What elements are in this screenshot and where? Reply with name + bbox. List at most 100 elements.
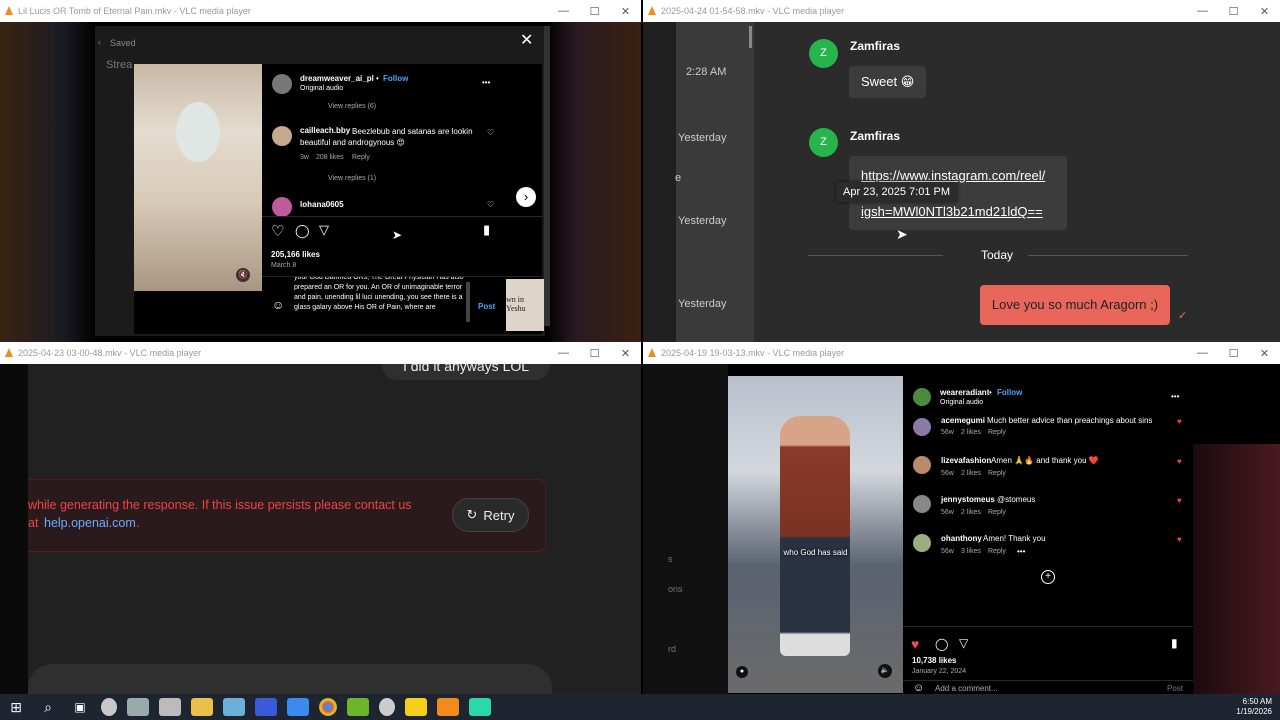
comment-icon[interactable]: ◯ <box>935 637 948 651</box>
vlc-window-4[interactable]: 2025-04-19 19-03-13.mkv - VLC media play… <box>643 342 1280 694</box>
comment-username[interactable]: ohanthony <box>941 534 982 543</box>
commenter-avatar[interactable] <box>272 126 292 146</box>
sticky-notes-icon[interactable] <box>405 698 427 716</box>
like-icon[interactable]: ♥ <box>911 636 919 652</box>
emoji-icon[interactable]: ☺ <box>913 682 924 694</box>
like-icon[interactable]: ♡ <box>271 222 284 240</box>
heart-icon[interactable]: ♥ <box>1177 535 1182 544</box>
comment-reply[interactable]: Reply <box>988 509 1006 516</box>
mute-icon[interactable]: 🔇 <box>236 268 250 282</box>
app-icon[interactable] <box>101 698 117 716</box>
bookmark-icon[interactable]: ▮ <box>483 222 490 238</box>
folder-icon[interactable] <box>191 698 213 716</box>
prompt-input[interactable] <box>28 664 552 694</box>
comment-likes[interactable]: 2 likes <box>961 429 981 436</box>
vlc-window-1[interactable]: Lil Lucis OR Tomb of Eternal Pain.mkv - … <box>0 0 641 342</box>
commenter-avatar[interactable] <box>272 197 292 217</box>
comment-reply[interactable]: Reply <box>988 470 1006 477</box>
minimize-button[interactable]: — <box>548 347 579 359</box>
maximize-button[interactable]: ☐ <box>1218 5 1249 18</box>
comment-likes[interactable]: 2 likes <box>961 470 981 477</box>
add-comment-input[interactable]: Add a comment... <box>935 684 998 693</box>
maximize-button[interactable]: ☐ <box>1218 347 1249 360</box>
heart-icon[interactable]: ♥ <box>1177 417 1182 426</box>
app-icon[interactable] <box>223 698 245 716</box>
sender-avatar[interactable]: Z <box>809 128 838 157</box>
link-line[interactable]: https://www.instagram.com/reel/ <box>861 168 1045 183</box>
author-avatar[interactable] <box>913 388 931 406</box>
heart-icon[interactable]: ♥ <box>1177 457 1182 466</box>
audio-label[interactable]: Original audio <box>300 85 343 92</box>
start-icon[interactable]: ⊞ <box>5 698 27 716</box>
author-username[interactable]: weareradiant <box>940 388 989 397</box>
comment-username[interactable]: lohana0605 <box>300 200 344 209</box>
follow-link[interactable]: Follow <box>383 74 408 83</box>
app-icon[interactable] <box>379 698 395 716</box>
author-avatar[interactable] <box>272 74 292 94</box>
vlc-window-3[interactable]: 2025-04-23 03-00-48.mkv - VLC media play… <box>0 342 641 694</box>
retry-button[interactable]: ↻ Retry <box>452 498 529 532</box>
share-icon[interactable]: ▽ <box>319 222 329 238</box>
close-button[interactable]: ✕ <box>610 347 641 360</box>
volume-icon[interactable]: 🔈 <box>878 664 892 678</box>
heart-icon[interactable]: ♥ <box>1177 496 1182 505</box>
comment-likes[interactable]: 2 likes <box>961 509 981 516</box>
close-button[interactable]: ✕ <box>610 5 641 18</box>
minimize-button[interactable]: — <box>1187 347 1218 359</box>
heart-icon[interactable]: ♡ <box>487 128 494 137</box>
user-icon[interactable]: ● <box>736 666 748 678</box>
bookmark-icon[interactable]: ▮ <box>1171 636 1178 650</box>
heart-icon[interactable]: ♡ <box>487 200 494 209</box>
scrollbar[interactable] <box>749 26 752 48</box>
message-bubble[interactable]: Sweet 😁 <box>849 66 927 98</box>
follow-link[interactable]: Follow <box>997 388 1022 397</box>
likes-count[interactable]: 205,166 likes <box>271 250 320 259</box>
app-icon[interactable] <box>159 698 181 716</box>
chrome-icon[interactable] <box>319 698 337 716</box>
next-post-icon[interactable]: › <box>516 187 536 207</box>
comment-input[interactable]: your God Damned ORs, The Great Physician… <box>294 277 464 329</box>
close-button[interactable]: ✕ <box>1249 347 1280 360</box>
commenter-avatar[interactable] <box>913 456 931 474</box>
vlc-taskbar-icon[interactable] <box>437 698 459 716</box>
comment-likes[interactable]: 3 likes <box>961 548 981 555</box>
comment-username[interactable]: jennystomeus <box>941 495 995 504</box>
comment-username[interactable]: lizevafashion <box>941 456 991 465</box>
nvidia-icon[interactable] <box>347 698 369 716</box>
vlc-window-2[interactable]: 2025-04-24 01-54-58.mkv - VLC media play… <box>643 0 1280 342</box>
author-username[interactable]: dreamweaver_ai_pl <box>300 74 374 83</box>
comment-reply[interactable]: Reply <box>988 429 1006 436</box>
more-options-icon[interactable]: ••• <box>1017 547 1025 556</box>
title-bar[interactable]: Lil Lucis OR Tomb of Eternal Pain.mkv - … <box>0 0 641 22</box>
comment-reply[interactable]: Reply <box>352 154 370 161</box>
more-options-icon[interactable]: ••• <box>1171 392 1179 401</box>
clock[interactable]: 6:50 AM 1/19/2026 <box>1236 697 1272 717</box>
app-icon[interactable] <box>255 698 277 716</box>
app-icon[interactable] <box>469 698 491 716</box>
minimize-button[interactable]: — <box>1187 5 1218 17</box>
emoji-icon[interactable]: ☺ <box>272 298 284 312</box>
link-line[interactable]: igsh=MWl0NTl3b21md21ldQ== <box>861 204 1043 219</box>
search-icon[interactable]: ⌕ <box>37 698 59 716</box>
load-more-icon[interactable]: + <box>1041 570 1055 584</box>
app-icon[interactable] <box>287 698 309 716</box>
likes-count[interactable]: 10,738 likes <box>912 656 956 665</box>
reel-video[interactable]: who God has said ● 🔈 <box>728 376 903 693</box>
scrollbar[interactable] <box>544 26 550 326</box>
share-icon[interactable]: ▽ <box>959 636 968 650</box>
comment-icon[interactable]: ◯ <box>295 223 310 239</box>
title-bar[interactable]: 2025-04-24 01-54-58.mkv - VLC media play… <box>643 0 1280 22</box>
sent-message-bubble[interactable]: Love you so much Aragorn ;) <box>980 285 1170 325</box>
close-button[interactable]: ✕ <box>1249 5 1280 18</box>
input-scrollbar[interactable] <box>466 282 470 322</box>
maximize-button[interactable]: ☐ <box>579 5 610 18</box>
comment-username[interactable]: acemegumi <box>941 416 985 425</box>
comment-reply[interactable]: Reply <box>988 548 1006 555</box>
task-view-icon[interactable]: ▣ <box>69 698 91 716</box>
audio-label[interactable]: Original audio <box>940 399 983 406</box>
view-replies-link[interactable]: View replies (1) <box>328 175 376 182</box>
commenter-avatar[interactable] <box>913 418 931 436</box>
help-link[interactable]: help.openai.com <box>44 516 136 530</box>
app-icon[interactable] <box>127 698 149 716</box>
more-options-icon[interactable]: ••• <box>482 78 490 87</box>
